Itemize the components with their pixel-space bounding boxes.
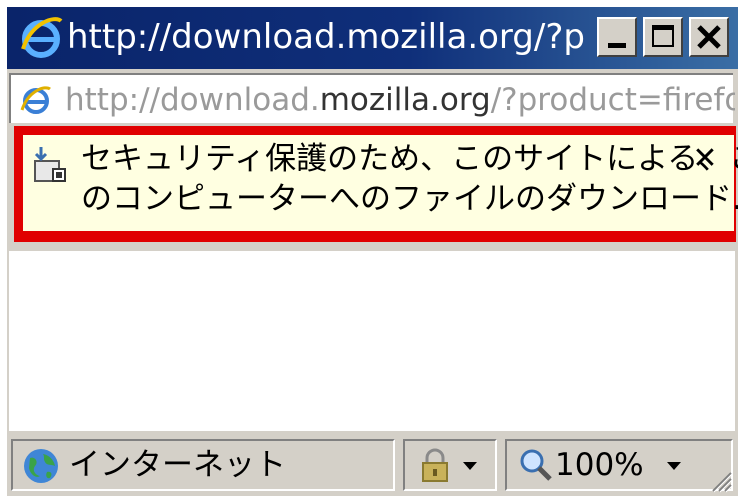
zoom-level: 100% — [555, 447, 644, 483]
browser-popup-window: http://download.mozilla.org/?prod... htt… — [4, 4, 738, 496]
title-bar[interactable]: http://download.mozilla.org/?prod... — [7, 7, 738, 69]
chevron-down-icon[interactable] — [463, 462, 477, 470]
resize-grip-icon[interactable] — [707, 467, 733, 493]
maximize-button[interactable] — [643, 17, 683, 57]
address-bar[interactable]: http://download.mozilla.org/?product=fir… — [9, 73, 735, 123]
close-button[interactable] — [689, 17, 729, 57]
zoom-panel[interactable]: 100% — [505, 439, 733, 491]
info-line-1: セキュリティ保護のため、このサイトによる、こ — [81, 141, 738, 177]
window-title: http://download.mozilla.org/?prod... — [67, 17, 587, 57]
url-suffix: /?product=firefox — [490, 82, 735, 118]
globe-icon — [24, 449, 58, 483]
close-icon — [697, 25, 721, 49]
info-line-2: のコンピューターへのファイルのダウンロード... — [81, 181, 738, 217]
page-content — [9, 251, 735, 431]
ie-icon — [21, 17, 63, 58]
minimize-icon — [608, 43, 626, 48]
address-url[interactable]: http://download.mozilla.org/?product=fir… — [65, 81, 735, 119]
maximize-icon — [652, 25, 674, 47]
magnifier-icon — [520, 449, 552, 481]
minimize-button[interactable] — [597, 17, 637, 57]
download-shield-icon — [34, 147, 66, 182]
ie-page-icon — [20, 86, 51, 114]
protected-mode-panel[interactable] — [403, 439, 497, 491]
chevron-down-icon[interactable] — [667, 462, 681, 470]
url-prefix: http://download. — [65, 82, 320, 118]
security-zone-panel[interactable]: インターネット — [11, 439, 395, 491]
url-domain: mozilla.org — [319, 82, 491, 118]
status-bar: インターネット 100% — [7, 433, 738, 496]
infobar-close-icon[interactable]: ✕ — [687, 141, 723, 177]
information-bar[interactable]: セキュリティ保護のため、このサイトによる、こ のコンピューターへのファイルのダウ… — [23, 135, 738, 231]
info-message: セキュリティ保護のため、このサイトによる、こ のコンピューターへのファイルのダウ… — [81, 139, 738, 219]
lock-icon — [422, 448, 448, 482]
zone-label: インターネット — [69, 447, 286, 483]
